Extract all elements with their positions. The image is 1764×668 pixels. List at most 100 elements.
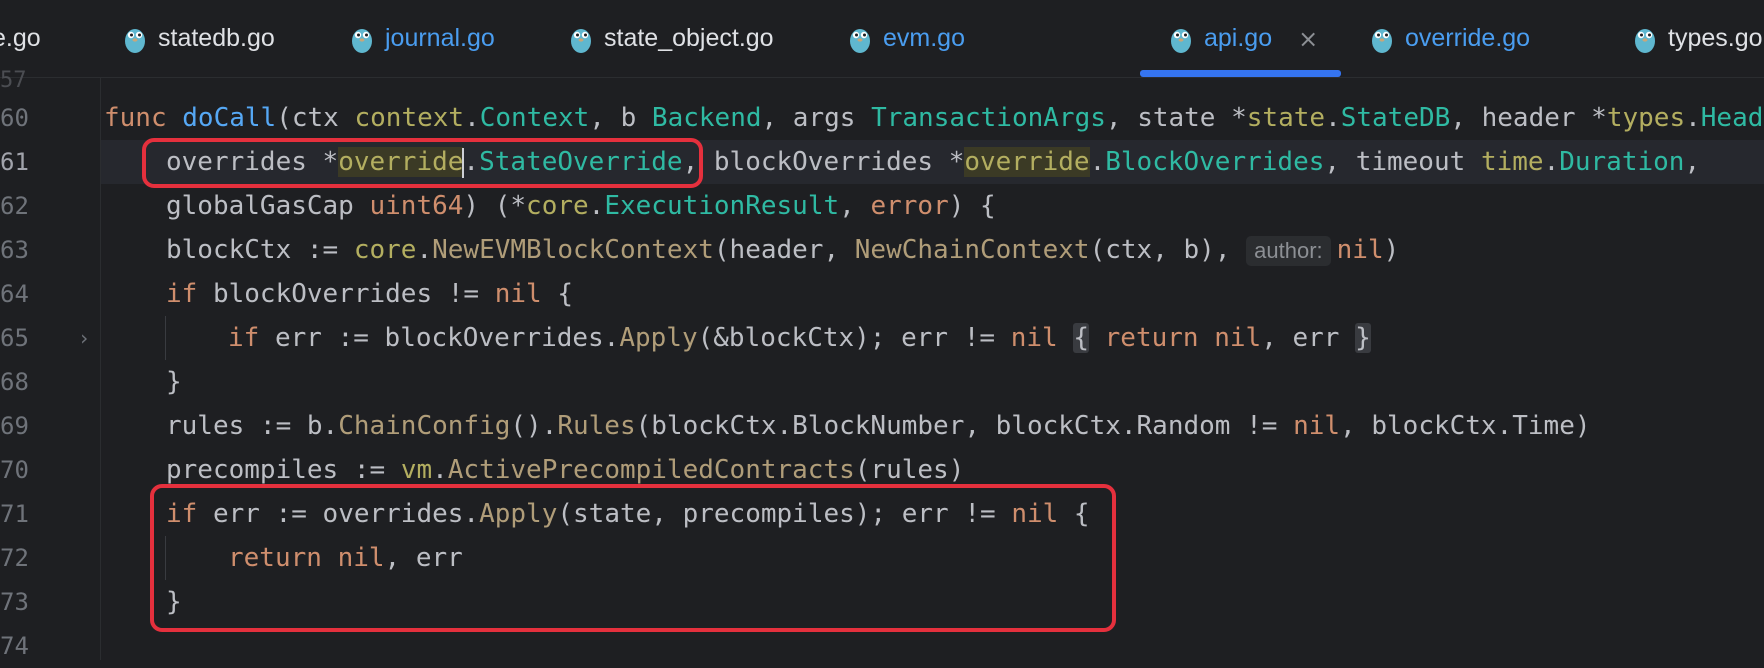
tab-label: e.go xyxy=(0,24,41,52)
tab-evm-go[interactable]: evm.go xyxy=(847,0,965,77)
token: { xyxy=(541,279,574,309)
token: TransactionArgs xyxy=(871,103,1106,133)
token: , header * xyxy=(1450,103,1607,133)
token: override xyxy=(964,147,1090,177)
line-number: 68 xyxy=(0,368,29,396)
indent-guide xyxy=(165,316,166,360)
token: (rules) xyxy=(854,455,965,485)
token: . xyxy=(1685,103,1701,133)
token: error xyxy=(870,191,949,221)
token: rules := b. xyxy=(166,411,339,441)
tab-label: statedb.go xyxy=(158,24,275,52)
token: (). xyxy=(510,411,558,441)
code-line-62: globalGasCap uint64) (*core.ExecutionRes… xyxy=(166,184,996,228)
token: Apply xyxy=(619,323,698,353)
code-line-60: func doCall(ctx context.Context, b Backe… xyxy=(104,96,1764,140)
code-editor[interactable]: 57 60 61 62 63 64 65 › 68 69 70 71 72 73… xyxy=(0,68,1764,660)
tab-state-object-go[interactable]: state_object.go xyxy=(568,0,774,77)
token: ) xyxy=(1383,235,1400,265)
token: globalGasCap xyxy=(166,191,370,221)
line-number-gutter: 57 60 61 62 63 64 65 › 68 69 70 71 72 73… xyxy=(0,68,101,660)
token: err := blockOverrides. xyxy=(259,323,620,353)
token: . xyxy=(416,235,433,265)
token: , xyxy=(1684,147,1701,177)
tab-statedb-go[interactable]: statedb.go xyxy=(122,0,275,77)
editor-tab-bar: e.go statedb.go journal.go state_object.… xyxy=(0,0,1764,78)
token: nil xyxy=(1214,323,1262,353)
expand-fold-icon[interactable]: › xyxy=(78,316,90,360)
token: precompiles := xyxy=(166,455,401,485)
tab-label: journal.go xyxy=(385,24,495,52)
token: time xyxy=(1480,147,1544,177)
code-line-64: if blockOverrides != nil { xyxy=(166,272,573,316)
token: Context xyxy=(479,103,590,133)
tab-types-go[interactable]: types.go xyxy=(1632,0,1763,77)
gopher-file-icon xyxy=(352,28,372,53)
folded-block-brace[interactable]: { xyxy=(1073,323,1089,353)
tab-override-go[interactable]: override.go xyxy=(1369,0,1530,77)
token: NewEVMBlockContext xyxy=(432,235,714,265)
token: (ctx, b), xyxy=(1089,235,1247,265)
token: Rules xyxy=(557,411,636,441)
folded-block-brace[interactable]: } xyxy=(1355,323,1371,353)
tab-journal-go[interactable]: journal.go xyxy=(349,0,495,77)
gopher-file-icon xyxy=(1171,28,1191,53)
tab-label: evm.go xyxy=(883,24,965,52)
token: ) { xyxy=(948,191,996,221)
parameter-hint: author: xyxy=(1246,235,1331,266)
token: ExecutionResult xyxy=(604,191,840,221)
close-icon[interactable]: × xyxy=(1298,25,1318,53)
gopher-file-icon xyxy=(1635,28,1655,53)
code-line-69: rules := b.ChainConfig().Rules(blockCtx.… xyxy=(166,404,1591,448)
line-number: 62 xyxy=(0,192,29,220)
token: core xyxy=(353,235,417,265)
token: return xyxy=(1088,323,1199,353)
token: Header xyxy=(1700,103,1764,133)
token: ActivePrecompiledContracts xyxy=(447,455,855,485)
line-number: 63 xyxy=(0,236,29,264)
token: Duration xyxy=(1559,147,1685,177)
token: . xyxy=(1325,103,1341,133)
token: nil xyxy=(1293,411,1341,441)
token: doCall xyxy=(182,103,277,133)
token: . xyxy=(464,103,480,133)
token: . xyxy=(1543,147,1560,177)
line-number: 72 xyxy=(0,544,29,572)
gopher-file-icon xyxy=(571,28,591,53)
token: , b xyxy=(589,103,652,133)
token: (blockCtx.BlockNumber, blockCtx.Random !… xyxy=(635,411,1294,441)
gopher-file-icon xyxy=(1372,28,1392,53)
line-number: 69 xyxy=(0,412,29,440)
token: , timeout xyxy=(1324,147,1481,177)
code-line-68: } xyxy=(166,360,182,404)
token: ChainConfig xyxy=(338,411,511,441)
token: } xyxy=(166,367,182,397)
token: Backend xyxy=(651,103,762,133)
tab-api-go[interactable]: api.go × xyxy=(1168,0,1318,77)
token: nil xyxy=(494,279,542,309)
token: . xyxy=(1089,147,1106,177)
tab-e-go[interactable]: e.go xyxy=(0,0,41,77)
token: nil xyxy=(1336,235,1384,265)
token: types xyxy=(1606,103,1686,133)
token: context xyxy=(354,103,465,133)
tab-label: override.go xyxy=(1405,24,1531,52)
tab-label: types.go xyxy=(1668,24,1763,52)
token: core xyxy=(526,191,589,221)
line-number: 73 xyxy=(0,588,29,616)
code-line-65: if err := blockOverrides.Apply(&blockCtx… xyxy=(228,316,1371,360)
line-number: 70 xyxy=(0,456,29,484)
token: uint64 xyxy=(369,191,464,221)
active-tab-indicator xyxy=(1140,70,1341,77)
token: , err xyxy=(1261,323,1356,353)
line-number: 71 xyxy=(0,500,29,528)
token: (&blockCtx); err != xyxy=(697,323,1011,353)
token: , xyxy=(839,191,871,221)
annotation-box-stateoverride xyxy=(142,138,703,188)
token: BlockOverrides xyxy=(1105,147,1325,177)
token: NewChainContext xyxy=(854,235,1090,265)
line-number: 64 xyxy=(0,280,29,308)
line-number: 65 xyxy=(0,324,29,352)
token: StateDB xyxy=(1340,103,1451,133)
